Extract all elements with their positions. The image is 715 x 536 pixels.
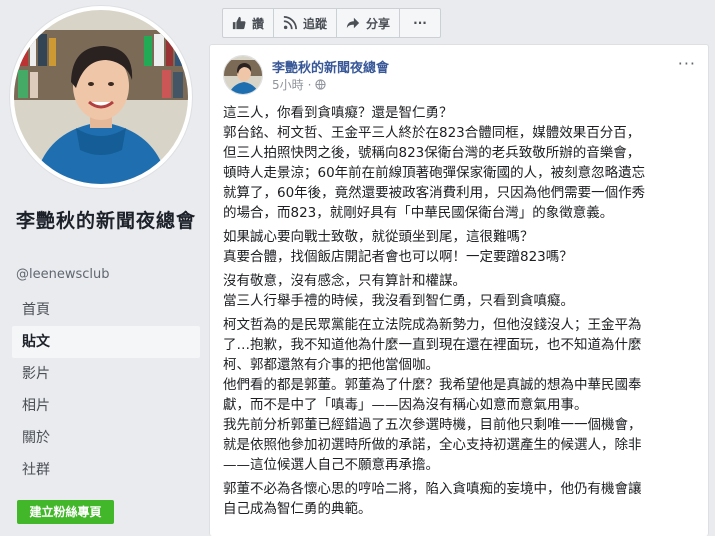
post-paragraph: 郭董不必為各懷心思的哼哈二將，陷入貪嗔痴的妄境中，他仍有機會讓 自己成為智仁勇的典… — [223, 479, 699, 519]
post-paragraph: 如果誠心要向戰士致敬，就從頭坐到尾，這很難嗎？ 真要合體，找個飯店開記者會也可以啊… — [223, 227, 699, 267]
post-text-line: 柯、郭都還煞有介事的把他當個咖。 — [223, 357, 439, 373]
post-paragraph: 沒有敬意，沒有感念，只有算計和權謀。當三人行舉手禮的時候，我沒看到智仁勇，只看到… — [223, 271, 699, 311]
thumbs-up-icon — [232, 16, 246, 30]
post-text-line: 真要合體，找個飯店開記者會也可以啊！一定要蹭823嗎？ — [223, 249, 573, 265]
nav-item-photos[interactable]: 相片 — [12, 390, 200, 422]
nav-item-about[interactable]: 關於 — [12, 422, 200, 454]
post-text-line: 當三人行舉手禮的時候，我沒看到智仁勇，只看到貪嗔癡。 — [223, 293, 574, 309]
dot-separator: · — [307, 77, 312, 92]
post-text-line: 就算了，60年後，竟然還要被政客消費利用，只因為他們需要一個作秀 — [223, 185, 646, 201]
post-text-line: 但三人拍照快閃之後，號稱向823保衛台灣的老兵致敬所辦的音樂會， — [223, 145, 641, 161]
globe-icon — [315, 79, 327, 90]
share-label: 分享 — [365, 16, 390, 31]
nav-item-community[interactable]: 社群 — [12, 454, 200, 486]
post-body: 這三人，你看到貪嗔癡？還是智仁勇？ 郭台銘、柯文哲、王金平三人終於在823合體同框… — [223, 103, 699, 523]
post-author-name[interactable]: 李艷秋的新聞夜總會 — [272, 57, 389, 76]
nav-item-posts[interactable]: 貼文 — [12, 326, 200, 358]
post-text-line: 柯文哲為的是民眾黨能在立法院成為新勢力，但他沒錢沒人；王金平為 — [223, 317, 642, 333]
post-author-avatar[interactable] — [223, 55, 263, 95]
page-title[interactable]: 李艷秋的新聞夜總會 — [16, 206, 198, 237]
nav-item-home[interactable]: 首頁 — [12, 294, 200, 326]
post-text-line: 他們看的都是郭董。郭董為了什麼？我希望他是真誠的想為中華民國奉 — [223, 377, 642, 393]
like-button[interactable]: 讚 — [222, 8, 274, 38]
more-icon: ··· — [413, 16, 427, 30]
profile-picture[interactable] — [14, 10, 188, 184]
rss-icon — [283, 16, 297, 30]
post-timestamp[interactable]: 5小時 — [272, 76, 304, 93]
post-paragraph: 這三人，你看到貪嗔癡？還是智仁勇？ 郭台銘、柯文哲、王金平三人終於在823合體同框… — [223, 103, 699, 223]
post-options-button[interactable]: ··· — [678, 56, 696, 72]
post-paragraph: 柯文哲為的是民眾黨能在立法院成為新勢力，但他沒錢沒人；王金平為 了…抱歉，我不知道… — [223, 315, 699, 475]
page-sidebar: 李艷秋的新聞夜總會 @leenewsclub 首頁 貼文 影片 相片 關於 社群… — [0, 0, 200, 536]
post-text-line: 頓時人走景涼；60年前在前線頂著砲彈保家衛國的人，被刻意忽略遺忘 — [223, 165, 646, 181]
post-text-line: 如果誠心要向戰士致敬，就從頭坐到尾，這很難嗎？ — [223, 229, 534, 245]
post-text-line: 沒有敬意，沒有感念，只有算計和權謀。 — [223, 273, 466, 289]
follow-label: 追蹤 — [302, 16, 327, 31]
post-text-line: 了…抱歉，我不知道他為什麼一直到現在還在裡面玩，也不知道為什麼 — [223, 337, 642, 353]
post-text-line: 的場合，而823，就剛好具有「中華民國保衛台灣」的象徵意義。 — [223, 205, 614, 221]
post-card: 李艷秋的新聞夜總會 5小時 · ··· 這三人，你看到貪嗔癡？還是智仁勇？ 郭台銘… — [209, 44, 709, 536]
page-nav: 首頁 貼文 影片 相片 關於 社群 — [12, 294, 200, 486]
create-page-button[interactable]: 建立粉絲專頁 — [17, 500, 114, 524]
post-text-line: 自己成為智仁勇的典範。 — [223, 501, 372, 517]
post-text-line: 郭董不必為各懷心思的哼哈二將，陷入貪嗔痴的妄境中，他仍有機會讓 — [223, 481, 642, 497]
page-action-bar: 讚 追蹤 分享 ··· — [222, 8, 441, 38]
post-meta: 5小時 · — [272, 76, 327, 93]
post-text-line: ——這位候選人自己不願意再承擔。 — [223, 457, 439, 473]
post-text-line: 我先前分析郭董已經錯過了五次參選時機，目前他只剩唯一一個機會， — [223, 417, 642, 433]
post-text-line: 郭台銘、柯文哲、王金平三人終於在823合體同框，媒體效果百分百， — [223, 125, 641, 141]
post-text-line: 獻，而不是中了「嗔毒」——因為沒有稱心如意而意氣用事。 — [223, 397, 588, 413]
share-button[interactable]: 分享 — [336, 8, 400, 38]
profile-picture-frame[interactable] — [10, 6, 192, 188]
post-text-line: 這三人，你看到貪嗔癡？還是智仁勇？ — [223, 105, 453, 121]
share-arrow-icon — [346, 17, 360, 29]
page-handle[interactable]: @leenewsclub — [16, 267, 110, 282]
like-label: 讚 — [251, 16, 264, 31]
nav-item-videos[interactable]: 影片 — [12, 358, 200, 390]
follow-button[interactable]: 追蹤 — [273, 8, 337, 38]
post-text-line: 就是依照他參加初選時所做的承諾，全心支持初選產生的候選人，除非 — [223, 437, 642, 453]
more-actions-button[interactable]: ··· — [399, 8, 441, 38]
